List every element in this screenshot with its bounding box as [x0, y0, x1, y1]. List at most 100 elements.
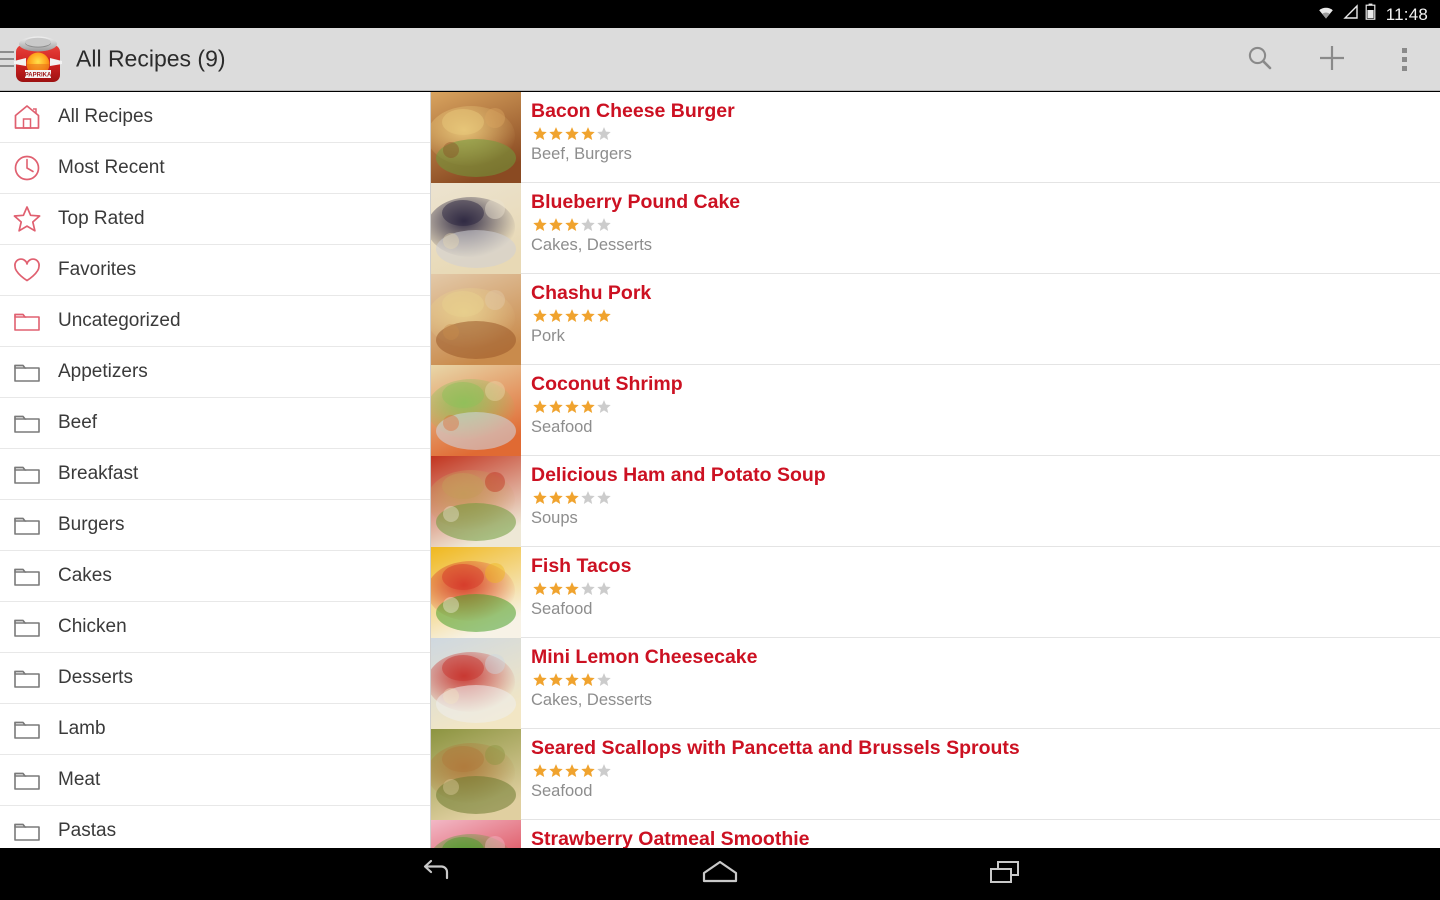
recipe-list[interactable]: Bacon Cheese BurgerBeef, Burgers Blueber…: [431, 92, 1440, 848]
rating-stars: [532, 488, 1440, 507]
rating-stars: [532, 124, 1440, 143]
sidebar-item-lamb[interactable]: Lamb: [0, 704, 430, 755]
sidebar-item-meat[interactable]: Meat: [0, 755, 430, 806]
sidebar-item-burgers[interactable]: Burgers: [0, 500, 430, 551]
battery-icon: [1365, 3, 1376, 25]
folder-icon: [10, 661, 44, 695]
strawberry-smoothie-photo: [431, 820, 521, 848]
sidebar-item-appetizers[interactable]: Appetizers: [0, 347, 430, 398]
back-icon: [417, 857, 453, 892]
add-recipe-button[interactable]: [1296, 28, 1368, 91]
rating-stars: [532, 670, 1440, 689]
home-button[interactable]: [648, 848, 793, 900]
back-button[interactable]: [363, 848, 508, 900]
home-icon: [10, 100, 44, 134]
status-clock: 11:48: [1386, 6, 1428, 23]
recipe-categories: Beef, Burgers: [531, 145, 1440, 165]
clock-icon: [10, 151, 44, 185]
navigation-sidebar[interactable]: All Recipes Most Recent Top Rated Favorite…: [0, 92, 431, 848]
coconut-shrimp-photo: [431, 365, 521, 456]
sidebar-item-label: Chicken: [58, 616, 127, 638]
overflow-menu-button[interactable]: [1368, 28, 1440, 91]
recipe-row[interactable]: Chashu Pork Pork: [431, 274, 1440, 365]
sidebar-item-top-rated[interactable]: Top Rated: [0, 194, 430, 245]
rating-stars: [532, 761, 1440, 780]
recipe-title: Chashu Pork: [531, 282, 1440, 304]
recipe-categories: Pork: [531, 327, 1440, 347]
rating-stars: [532, 215, 1440, 234]
sidebar-item-label: Desserts: [58, 667, 133, 689]
lemon-cheesecake-photo: [431, 638, 521, 729]
recipe-title: Strawberry Oatmeal Smoothie: [531, 828, 1440, 848]
sidebar-item-label: Uncategorized: [58, 310, 181, 332]
sidebar-item-most-recent[interactable]: Most Recent: [0, 143, 430, 194]
plus-icon: [1316, 42, 1348, 77]
signal-icon: [1342, 4, 1359, 25]
recipe-info: Mini Lemon CheesecakeCakes, Desserts: [521, 638, 1440, 728]
recipe-info: Seared Scallops with Pancetta and Brusse…: [521, 729, 1440, 819]
recipe-row[interactable]: Strawberry Oatmeal Smoothie: [431, 820, 1440, 848]
rating-stars: [532, 397, 1440, 416]
action-bar-buttons: [1224, 28, 1440, 91]
sidebar-item-label: Pastas: [58, 820, 116, 842]
pound-cake-photo: [431, 183, 521, 274]
folder-icon: [10, 508, 44, 542]
sidebar-item-pastas[interactable]: Pastas: [0, 806, 430, 848]
sidebar-item-favorites[interactable]: Favorites: [0, 245, 430, 296]
fish-tacos-photo: [431, 547, 521, 638]
sidebar-item-cakes[interactable]: Cakes: [0, 551, 430, 602]
sidebar-item-breakfast[interactable]: Breakfast: [0, 449, 430, 500]
content-area: All Recipes Most Recent Top Rated Favorite…: [0, 92, 1440, 848]
recipe-row[interactable]: Mini Lemon CheesecakeCakes, Desserts: [431, 638, 1440, 729]
sidebar-item-label: Lamb: [58, 718, 106, 740]
recipe-info: Delicious Ham and Potato Soup Soups: [521, 456, 1440, 546]
overflow-menu-icon: [1402, 48, 1407, 71]
wifi-icon: [1316, 4, 1336, 25]
recipe-info: Bacon Cheese BurgerBeef, Burgers: [521, 92, 1440, 182]
folder-icon: [10, 355, 44, 389]
recipe-title: Blueberry Pound Cake: [531, 191, 1440, 213]
sidebar-item-all-recipes[interactable]: All Recipes: [0, 92, 430, 143]
sidebar-item-beef[interactable]: Beef: [0, 398, 430, 449]
recipe-info: Coconut Shrimp Seafood: [521, 365, 1440, 455]
sidebar-item-chicken[interactable]: Chicken: [0, 602, 430, 653]
paprika-app-icon[interactable]: PAPRIKA: [12, 33, 64, 85]
recipe-row[interactable]: Blueberry Pound Cake Cakes, Desserts: [431, 183, 1440, 274]
recipe-categories: Cakes, Desserts: [531, 236, 1440, 256]
sidebar-item-label: Breakfast: [58, 463, 138, 485]
recipe-info: Fish Tacos Seafood: [521, 547, 1440, 637]
recipe-info: Chashu Pork Pork: [521, 274, 1440, 364]
android-screen: 11:48: [0, 0, 1440, 900]
star-icon: [10, 202, 44, 236]
folder-icon: [10, 457, 44, 491]
sidebar-item-desserts[interactable]: Desserts: [0, 653, 430, 704]
recipe-row[interactable]: Seared Scallops with Pancetta and Brusse…: [431, 729, 1440, 820]
folder-icon: [10, 304, 44, 338]
sidebar-item-uncategorized[interactable]: Uncategorized: [0, 296, 430, 347]
folder-icon: [10, 406, 44, 440]
sidebar-item-label: Favorites: [58, 259, 136, 281]
folder-icon: [10, 814, 44, 848]
recipe-title: Coconut Shrimp: [531, 373, 1440, 395]
recipe-categories: Seafood: [531, 600, 1440, 620]
sidebar-item-label: Top Rated: [58, 208, 145, 230]
folder-icon: [10, 610, 44, 644]
recipe-row[interactable]: Coconut Shrimp Seafood: [431, 365, 1440, 456]
recipe-title: Mini Lemon Cheesecake: [531, 646, 1440, 668]
recipe-categories: Seafood: [531, 782, 1440, 802]
recipe-row[interactable]: Bacon Cheese BurgerBeef, Burgers: [431, 92, 1440, 183]
seared-scallops-photo: [431, 729, 521, 820]
recipe-row[interactable]: Delicious Ham and Potato Soup Soups: [431, 456, 1440, 547]
recipe-title: Fish Tacos: [531, 555, 1440, 577]
recipe-categories: Soups: [531, 509, 1440, 529]
recipe-row[interactable]: Fish Tacos Seafood: [431, 547, 1440, 638]
search-button[interactable]: [1224, 28, 1296, 91]
recipe-title: Delicious Ham and Potato Soup: [531, 464, 1440, 486]
burger-photo: [431, 92, 521, 183]
sidebar-item-label: Burgers: [58, 514, 125, 536]
sidebar-item-label: Cakes: [58, 565, 112, 587]
action-bar: PAPRIKA All Recipes (9): [0, 28, 1440, 91]
recipe-categories: Seafood: [531, 418, 1440, 438]
folder-icon: [10, 559, 44, 593]
recents-button[interactable]: [933, 848, 1078, 900]
